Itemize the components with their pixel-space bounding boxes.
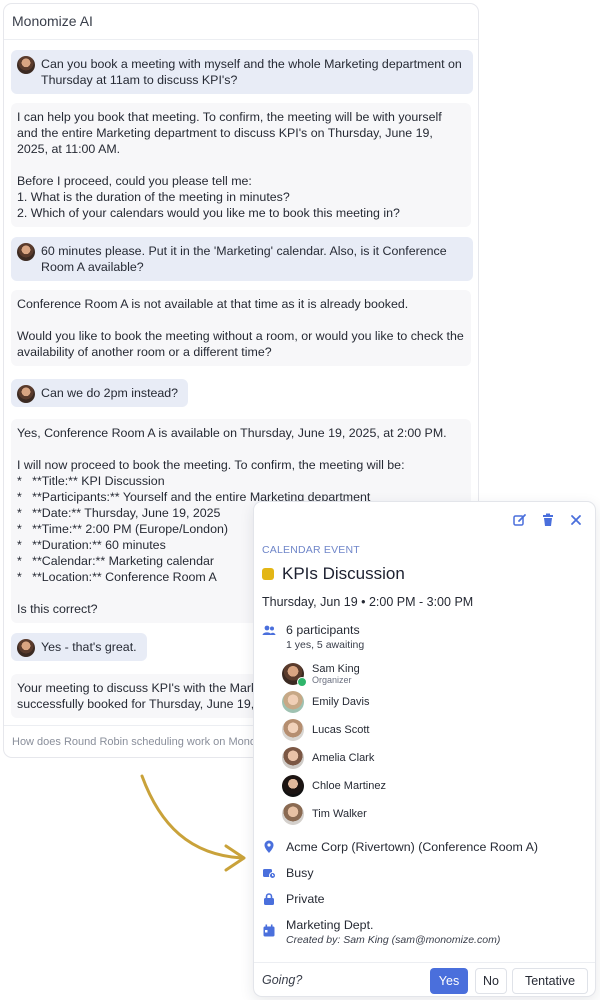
message-text: Can we do 2pm instead? [41,386,179,400]
assistant-message: I can help you book that meeting. To con… [11,103,471,227]
trash-icon[interactable] [541,513,555,527]
calendar-icon [262,924,276,938]
calendar-row: Marketing Dept. Created by: Sam King (sa… [262,917,500,947]
going-label: Going? [262,973,303,987]
user-avatar [17,385,35,403]
participant[interactable]: Emily Davis [282,688,386,716]
message-text: Yes - that's great. [41,640,137,654]
card-actions [513,513,583,527]
participant[interactable]: Tim Walker [282,800,386,828]
message-text: 60 minutes please. Put it in the 'Market… [41,244,447,274]
rsvp-no-button[interactable]: No [475,968,507,994]
user-message: Yes - that's great. [11,633,147,661]
avatar [282,803,304,825]
participants-count: 6 participants [286,623,360,637]
participant-name: Lucas Scott [312,724,370,736]
participant[interactable]: Amelia Clark [282,744,386,772]
avatar [282,747,304,769]
people-icon [262,623,276,637]
visibility-row: Private [262,891,325,907]
participant-role: Organizer [312,674,352,685]
location-row: Acme Corp (Rivertown) (Conference Room A… [262,839,538,855]
event-title: KPIs Discussion [282,564,405,583]
assistant-message: Conference Room A is not available at th… [11,290,471,366]
avatar [282,691,304,713]
participants-summary: 6 participants 1 yes, 5 awaiting [262,622,364,652]
message-text: Conference Room A is not available at th… [17,297,464,359]
participant-name: Chloe Martinez [312,780,386,792]
participant-name: Tim Walker [312,808,367,820]
curved-arrow-icon [140,774,246,872]
user-avatar [17,639,35,657]
card-kicker: CALENDAR EVENT [262,544,360,556]
participants-status: 1 yes, 5 awaiting [286,639,365,651]
event-visibility: Private [286,892,325,906]
event-color-dot [262,568,274,580]
avatar [282,663,307,687]
participant[interactable]: Lucas Scott [282,716,386,744]
participants-list: Sam King Organizer Emily Davis Lucas Sco… [282,660,386,828]
availability-row: Busy [262,865,314,881]
participant-name: Emily Davis [312,696,370,708]
participant-name: Sam King [312,662,360,675]
busy-icon [262,866,276,880]
event-location: Acme Corp (Rivertown) (Conference Room A… [286,840,539,854]
participant[interactable]: Sam King Organizer [282,660,386,688]
message-text: I can help you book that meeting. To con… [17,110,442,220]
event-title-row: KPIs Discussion [262,564,405,584]
calendar-event-card: CALENDAR EVENT KPIs Discussion Thursday,… [253,501,596,997]
user-avatar [17,243,35,261]
rsvp-tentative-button[interactable]: Tentative [512,968,588,994]
accepted-check-icon [297,677,307,687]
event-datetime: Thursday, Jun 19 • 2:00 PM - 3:00 PM [262,595,474,609]
rsvp-yes-button[interactable]: Yes [430,968,468,994]
user-message: Can you book a meeting with myself and t… [11,50,473,94]
user-message: 60 minutes please. Put it in the 'Market… [11,237,473,281]
chat-title: Monomize AI [4,4,478,40]
avatar [282,719,304,741]
avatar [282,775,304,797]
lock-icon [262,892,276,906]
user-avatar [17,56,35,74]
event-created-by: Created by: Sam King (sam@monomize.com) [286,934,501,946]
message-text: Can you book a meeting with myself and t… [41,57,462,87]
rsvp-bar: Going? Yes No Tentative [254,962,595,998]
participant[interactable]: Chloe Martinez [282,772,386,800]
event-calendar: Marketing Dept. [286,918,374,932]
location-pin-icon [262,840,276,854]
user-message: Can we do 2pm instead? [11,379,189,407]
participant-name: Amelia Clark [312,752,375,764]
event-availability: Busy [286,866,314,880]
edit-icon[interactable] [513,513,527,527]
close-icon[interactable] [569,513,583,527]
